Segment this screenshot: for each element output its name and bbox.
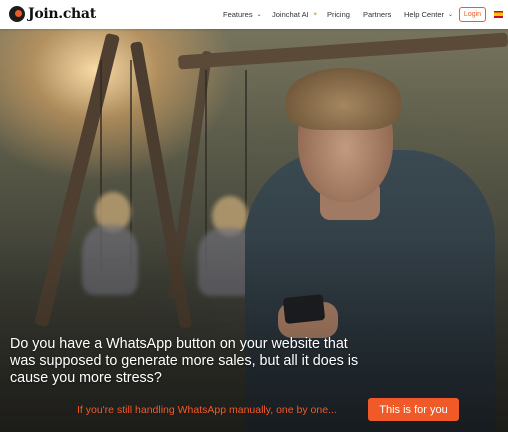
nav-item-partners-label: Partners	[363, 10, 392, 19]
chevron-down-icon: ⌄	[256, 12, 262, 18]
chevron-down-icon: ⌄	[448, 12, 454, 18]
brand-logo[interactable]: Join.chat	[9, 6, 96, 22]
this-is-for-you-button[interactable]: This is for you	[368, 398, 459, 421]
hero-subtext: If you're still handling WhatsApp manual…	[77, 404, 337, 416]
hero-headline: Do you have a WhatsApp button on your we…	[10, 336, 359, 386]
nav-item-pricing[interactable]: Pricing	[327, 0, 350, 29]
nav-item-joinchat-ai-label: Joinchat AI	[272, 10, 309, 19]
nav-item-partners[interactable]: Partners	[363, 0, 391, 29]
nav-item-pricing-label: Pricing	[327, 10, 350, 19]
spain-flag-icon[interactable]	[494, 11, 503, 18]
top-navbar: Join.chat Features ⌄ Joinchat AI ✦ Prici…	[0, 0, 508, 29]
nav-item-joinchat-ai[interactable]: Joinchat AI ✦	[272, 0, 318, 29]
sparkle-icon: ✦	[312, 12, 318, 18]
nav-item-features[interactable]: Features ⌄	[223, 0, 262, 29]
nav-item-features-label: Features	[223, 10, 253, 19]
brand-name: Join.chat	[28, 6, 96, 22]
chat-logo-icon	[9, 6, 25, 22]
nav-item-help-center-label: Help Center	[404, 10, 445, 19]
login-button[interactable]: Login	[459, 7, 486, 22]
nav-item-help-center[interactable]: Help Center ⌄	[404, 0, 453, 29]
